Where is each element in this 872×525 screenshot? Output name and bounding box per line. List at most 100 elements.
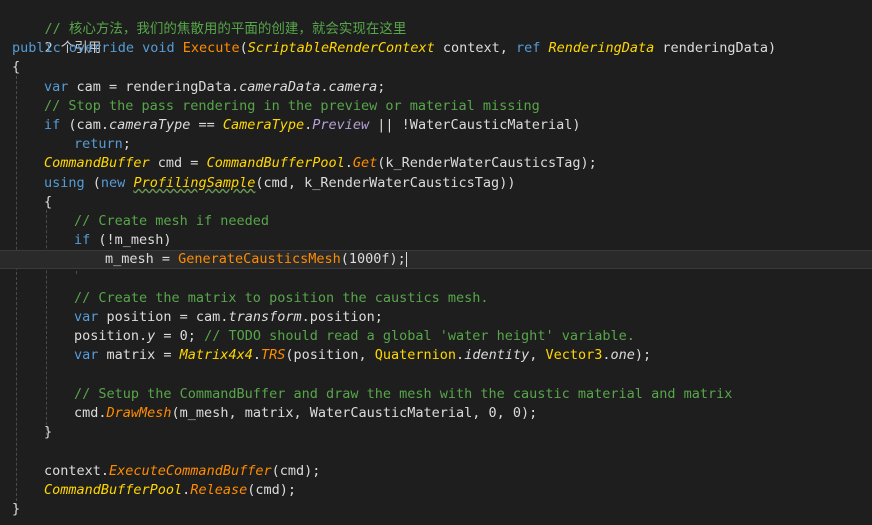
code-text: m_mesh = (105, 251, 179, 267)
code-lens[interactable]: 2 个引用 (12, 20, 102, 56)
type-name: Matrix4x4 (179, 347, 253, 363)
code-text: (cmd); (247, 482, 296, 498)
type-name: CommandBufferPool (44, 482, 183, 498)
code-text: (m_mesh, matrix, WaterCausticMaterial, 0… (171, 405, 538, 421)
code-text: = 0; (155, 328, 205, 344)
code-text: (k_RenderWaterCausticsTag); (377, 155, 597, 171)
code-text: || !WaterCausticMaterial) (369, 117, 581, 133)
code-line[interactable]: // Create mesh if needed (74, 212, 269, 231)
property: camera (328, 79, 378, 95)
brace: } (44, 424, 53, 440)
method-name: DrawMesh (106, 405, 172, 421)
code-line[interactable]: // Create the matrix to position the cau… (74, 289, 489, 308)
code-text: ); (634, 347, 652, 363)
code-text: position = cam. (98, 309, 229, 325)
property: one (610, 347, 635, 363)
method-name: Release (190, 482, 248, 498)
keyword: var (74, 309, 99, 325)
code-text: (cmd); (271, 463, 321, 479)
code-line[interactable]: context.ExecuteCommandBuffer(cmd); (44, 462, 320, 481)
code-text: cam = renderingData. (68, 79, 240, 95)
code-text: . (320, 79, 329, 95)
method-name: ExecuteCommandBuffer (109, 463, 272, 479)
type-name: RenderingData (548, 40, 655, 56)
code-line[interactable]: { (44, 193, 52, 212)
type-name: CameraType (222, 117, 305, 133)
keyword: if (74, 232, 91, 248)
code-line[interactable]: } (44, 423, 52, 442)
code-line[interactable]: CommandBufferPool.Release(cmd); (44, 481, 296, 500)
code-line[interactable]: if (!m_mesh) (74, 231, 172, 250)
type-name: CommandBuffer (44, 155, 150, 171)
code-line[interactable]: // Setup the CommandBuffer and draw the … (74, 385, 732, 404)
brace: { (12, 59, 21, 75)
comment: // Setup the CommandBuffer and draw the … (74, 386, 733, 402)
code-text: ( (84, 175, 101, 191)
code-line[interactable]: { (12, 58, 20, 77)
code-text: (position, (285, 347, 375, 363)
code-line[interactable]: position.y = 0; // TODO should read a gl… (74, 327, 635, 346)
code-line[interactable]: return; (74, 135, 131, 154)
keyword: new (100, 175, 126, 191)
code-text: context. (44, 463, 110, 479)
text-caret (405, 251, 407, 267)
property: cameraType (109, 117, 191, 133)
code-text: cmd. (74, 405, 107, 421)
param: renderingData) (654, 40, 777, 56)
type-name: ScriptableRenderContext (247, 40, 435, 56)
code-line[interactable]: m_mesh = GenerateCausticsMesh(1000f); (105, 250, 407, 269)
brace: { (44, 194, 53, 210)
code-line[interactable]: CommandBuffer cmd = CommandBufferPool.Ge… (44, 154, 597, 173)
code-line[interactable]: // Stop the pass rendering in the previe… (44, 97, 540, 116)
code-text: (1000f); (340, 251, 406, 267)
comment: // TODO should read a global 'water heig… (204, 328, 635, 344)
code-line[interactable]: if (cam.cameraType == CameraType.Preview… (44, 116, 581, 135)
code-line[interactable]: cmd.DrawMesh(m_mesh, matrix, WaterCausti… (74, 404, 537, 423)
code-text: ; (122, 136, 131, 152)
code-line[interactable]: // 核心方法，我们的焦散用的平面的创建，就会实现在这里 (12, 1, 407, 37)
code-line[interactable]: using (new ProfilingSample(cmd, k_Render… (44, 174, 515, 193)
indent-guide (16, 76, 17, 506)
property: transform (228, 309, 302, 325)
type-name: ProfilingSample (133, 175, 256, 191)
property: cameraData (239, 79, 321, 95)
code-line[interactable]: } (12, 500, 20, 519)
code-line[interactable]: var cam = renderingData.cameraData.camer… (44, 78, 385, 97)
keyword: ref (516, 40, 541, 56)
keyword: return (74, 136, 123, 152)
code-line[interactable]: public override void Execute(ScriptableR… (12, 39, 776, 58)
comment: // Create the matrix to position the cau… (74, 290, 489, 306)
param: context, (434, 40, 517, 56)
code-line[interactable]: var matrix = Matrix4x4.TRS(position, Qua… (74, 346, 651, 365)
method-name: Execute (182, 40, 240, 56)
code-text: . (252, 347, 261, 363)
code-text: (cam. (60, 117, 110, 133)
type-name: Vector3 (545, 347, 603, 363)
method-name: Get (352, 155, 378, 171)
keyword: using (44, 175, 85, 191)
brace: } (12, 501, 21, 517)
code-text: matrix = (98, 347, 180, 363)
code-text: cmd = (149, 155, 207, 171)
property: identity (464, 347, 530, 363)
code-text: . (456, 347, 465, 363)
keyword: var (44, 79, 69, 95)
code-line[interactable]: var position = cam.transform.position; (74, 308, 383, 327)
comment: // Create mesh if needed (74, 213, 270, 229)
keyword: override (68, 40, 134, 56)
code-text: ; (377, 79, 386, 95)
code-text: (cmd, k_RenderWaterCausticsTag)) (255, 175, 516, 191)
keyword: void (142, 40, 175, 56)
comment: // Stop the pass rendering in the previe… (44, 98, 540, 114)
code-text: (!m_mesh) (90, 232, 172, 248)
type-name: CommandBufferPool (206, 155, 345, 171)
keyword: var (74, 347, 99, 363)
code-text: , (529, 347, 546, 363)
method-name: TRS (260, 347, 286, 363)
type-name: Quaternion (374, 347, 457, 363)
code-text: == (190, 117, 223, 133)
indent-guide (46, 210, 47, 435)
keyword: public (12, 40, 61, 56)
code-editor[interactable]: // 核心方法，我们的焦散用的平面的创建，就会实现在这里 2 个引用 publi… (0, 0, 872, 525)
method-name: GenerateCausticsMesh (178, 251, 341, 267)
